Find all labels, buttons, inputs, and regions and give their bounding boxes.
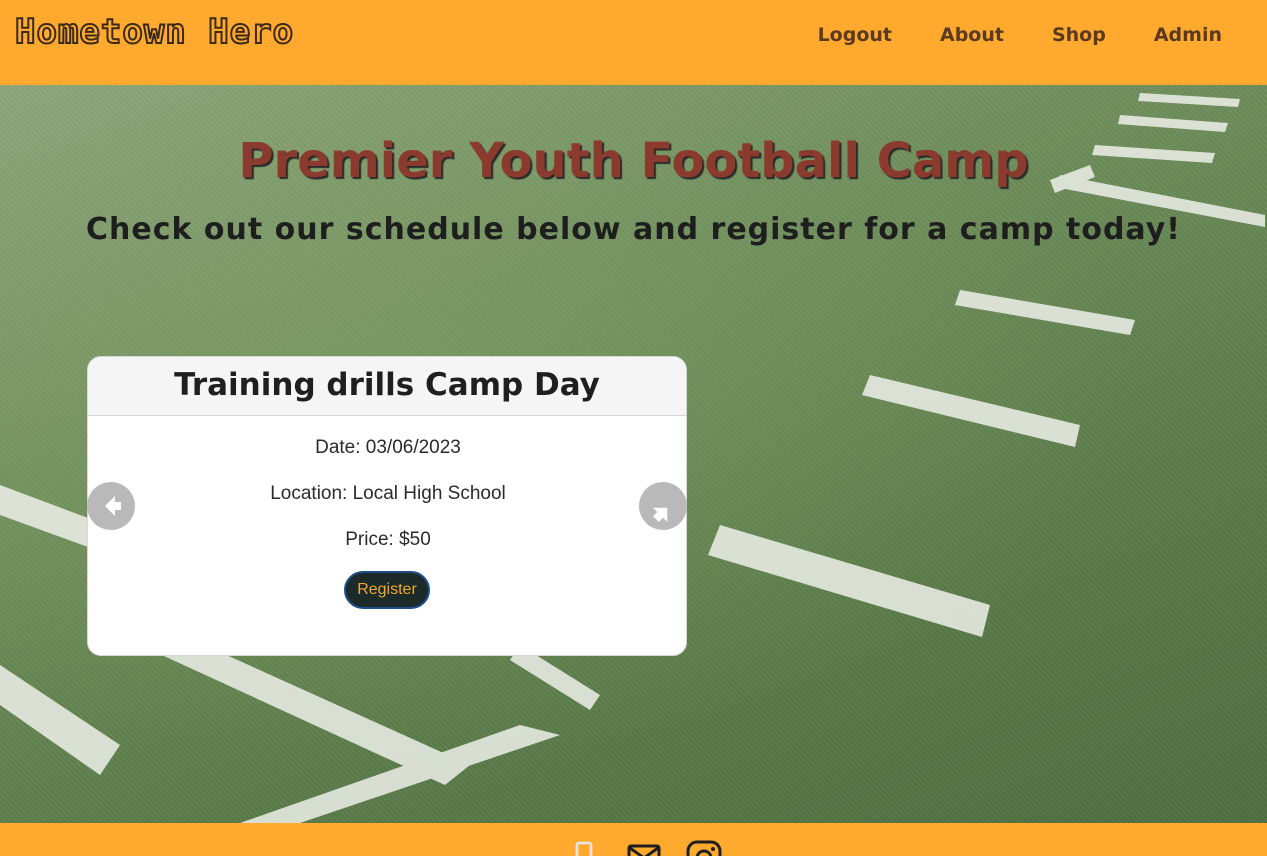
arrow-right-icon [653,507,668,522]
instagram-icon[interactable] [686,840,724,856]
arrow-left-icon [105,496,121,516]
carousel-prev-button[interactable] [87,482,135,530]
nav-links: Logout About Shop Admin [818,22,1222,48]
footer [0,823,1267,856]
camp-price: Price: $50 [345,529,431,550]
top-navbar: Hometown Hero Logout About Shop Admin [0,0,1267,85]
hero-title: Premier Youth Football Camp [238,133,1029,189]
camp-date: Date: 03/06/2023 [315,437,461,458]
phone-icon[interactable] [574,840,598,856]
register-button[interactable]: Register [344,571,430,609]
hero-subtitle: Check out our schedule below and registe… [86,212,1181,247]
camp-location: Location: Local High School [270,483,506,504]
nav-logout-link[interactable]: Logout [818,22,892,48]
camp-card: Training drills Camp Day Date: 03/06/202… [87,356,687,656]
hero-section: Premier Youth Football Camp Check out ou… [0,85,1267,823]
brand-logo[interactable]: Hometown Hero [14,10,294,54]
nav-admin-link[interactable]: Admin [1154,22,1222,48]
carousel-next-button[interactable] [639,482,687,530]
nav-shop-link[interactable]: Shop [1052,22,1106,48]
camp-card-title: Training drills Camp Day [88,357,686,416]
nav-about-link[interactable]: About [940,22,1004,48]
mail-icon[interactable] [627,840,663,856]
